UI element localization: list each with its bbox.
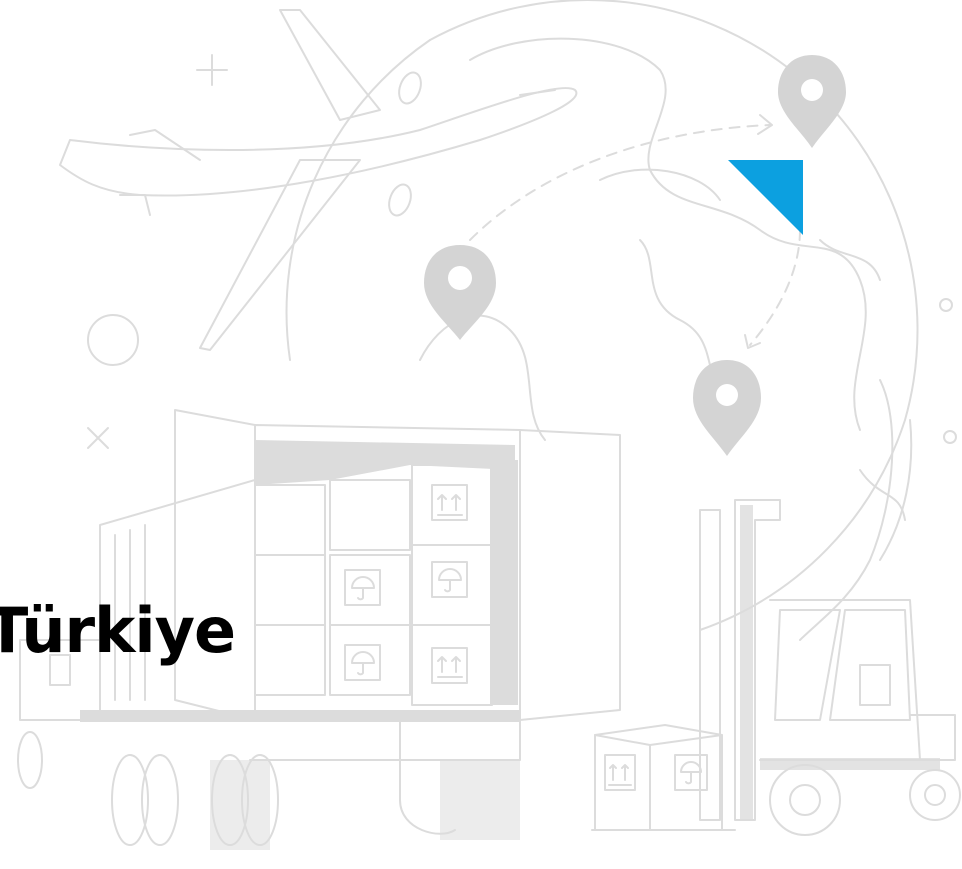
sparkle-icon bbox=[196, 54, 228, 86]
location-pin-icon bbox=[693, 360, 761, 456]
page-title: Türkiye bbox=[0, 594, 236, 667]
circle-decoration bbox=[87, 314, 139, 366]
airplane-icon bbox=[59, 9, 578, 351]
accent-triangle bbox=[728, 160, 803, 235]
location-pin-icon bbox=[424, 245, 496, 340]
logistics-illustration bbox=[17, 0, 961, 850]
fragile-umbrella-icon bbox=[344, 561, 468, 681]
package-box-icon bbox=[594, 724, 723, 831]
sparkle-icon bbox=[87, 427, 109, 449]
forklift-icon bbox=[591, 499, 961, 836]
location-pin-icon bbox=[778, 55, 846, 148]
dot-decoration bbox=[943, 430, 957, 444]
route-arrows bbox=[469, 124, 801, 346]
dot-decoration bbox=[939, 298, 953, 312]
